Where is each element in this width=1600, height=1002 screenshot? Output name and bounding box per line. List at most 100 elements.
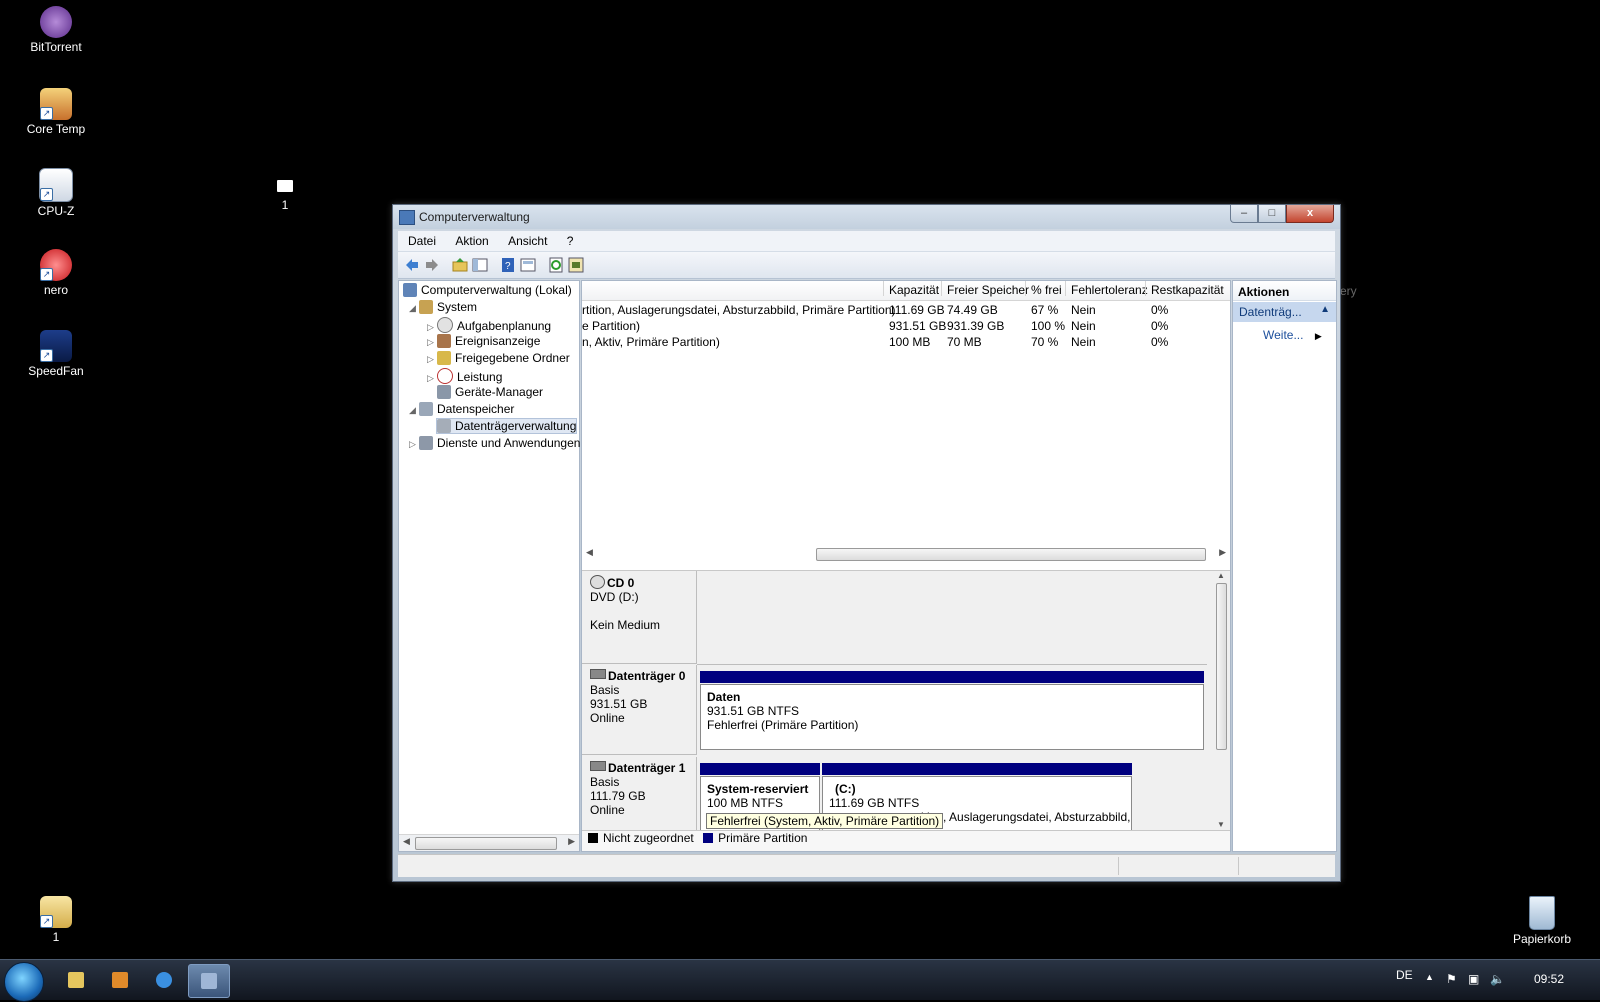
tree-item-dienste[interactable]: ▷ Dienste und Anwendungen (409, 436, 580, 450)
disk-label-cd0[interactable]: CD 0 DVD (D:) Kein Medium (582, 571, 697, 664)
disk-label-disk1[interactable]: Datenträger 1 Basis 111.79 GB Online (582, 757, 697, 831)
expand-arrow-icon[interactable]: ▷ (427, 337, 437, 348)
column-header-percent-free[interactable]: % frei (1025, 281, 1062, 297)
tree-item-datentraegerverwaltung[interactable]: Datenträgerverwaltung (436, 418, 578, 434)
folder-icon (68, 972, 84, 988)
cd0-empty-area (697, 571, 1207, 665)
desktop-icon-folder[interactable]: ↗ 1 (16, 896, 96, 944)
taskbar-media-player[interactable] (100, 964, 140, 996)
tree-item-system[interactable]: ◢ System (409, 300, 477, 314)
help-icon[interactable]: ? (500, 257, 516, 273)
column-header-capacity[interactable]: Kapazität (883, 281, 939, 297)
expand-arrow-icon[interactable]: ▷ (427, 322, 437, 333)
submenu-arrow-icon: ▶ (1314, 331, 1322, 341)
taskbar-explorer[interactable] (56, 964, 96, 996)
desktop-icon-nero[interactable]: ↗ nero (16, 249, 96, 297)
column-header-fault-tolerance[interactable]: Fehlertoleranz (1065, 281, 1148, 297)
volume-row[interactable]: rtition, Auslagerungsdatei, Absturzabbil… (582, 302, 1230, 318)
desktop-icon-text-file[interactable]: 1 (245, 180, 325, 212)
taskbar-internet-explorer[interactable] (144, 964, 184, 996)
scroll-up-icon[interactable]: ▲ (1217, 571, 1225, 580)
minimize-button[interactable]: – (1230, 205, 1258, 223)
disk-label-disk0[interactable]: Datenträger 0 Basis 931.51 GB Online (582, 665, 697, 755)
desktop-icon-bittorrent[interactable]: BitTorrent (16, 6, 96, 54)
legend-unallocated: Nicht zugeordnet (603, 831, 694, 845)
back-arrow-icon[interactable] (404, 257, 420, 273)
collapse-arrow-icon[interactable]: ◢ (409, 405, 419, 416)
collapse-arrow-icon[interactable]: ◢ (409, 303, 419, 314)
show-hidden-icons[interactable]: ▲ (1425, 972, 1434, 982)
actions-group-disk-management[interactable]: Datenträg... ▲ (1233, 302, 1336, 322)
action-center-icon[interactable]: ⚑ (1446, 972, 1457, 986)
more-actions-link[interactable]: Weite... ▶ (1263, 328, 1322, 342)
show-hide-tree-icon[interactable] (472, 257, 488, 273)
volume-list-header: Kapazität Freier Speicher % frei Fehlert… (582, 281, 1230, 301)
desktop-icon-label: 1 (52, 930, 60, 944)
cpu-z-icon: ↗ (39, 168, 73, 202)
tree-item-leistung[interactable]: ▷ Leistung (427, 368, 502, 384)
menu-ansicht[interactable]: Ansicht (498, 231, 553, 248)
expand-arrow-icon[interactable]: ▷ (427, 354, 437, 365)
column-header-free-space[interactable]: Freier Speicher (941, 281, 1029, 297)
maximize-button[interactable]: □ (1258, 205, 1286, 223)
menu-datei[interactable]: Datei (398, 231, 442, 248)
title-bar[interactable]: Computerverwaltung – □ x (393, 205, 1340, 229)
volume-icon[interactable]: 🔈 (1490, 972, 1505, 986)
desktop-icon-core-temp[interactable]: ↗ Core Temp (16, 88, 96, 136)
scroll-left-icon[interactable]: ◀ (586, 547, 593, 558)
properties-icon[interactable] (520, 257, 536, 273)
tree-item-freigegebene-ordner[interactable]: ▷ Freigegebene Ordner (427, 351, 570, 365)
menu-bar: Datei Aktion Ansicht ? (398, 231, 1335, 252)
clock[interactable]: 09:52 (1534, 972, 1564, 986)
desktop-icon-label: Papierkorb (1512, 932, 1572, 946)
tree-item-aufgabenplanung[interactable]: ▷ Aufgabenplanung (427, 317, 551, 333)
disk-management-pane: Kapazität Freier Speicher % frei Fehlert… (581, 280, 1231, 852)
scroll-left-icon[interactable]: ◀ (403, 836, 410, 847)
desktop-icon-speedfan[interactable]: ↗ SpeedFan (16, 330, 96, 378)
tree-item-geraete-manager[interactable]: Geräte-Manager (437, 385, 543, 399)
shortcut-arrow-icon: ↗ (40, 349, 53, 362)
storage-icon (419, 402, 433, 416)
tree-item-ereignisanzeige[interactable]: ▷ Ereignisanzeige (427, 334, 540, 348)
volume-row[interactable]: n, Aktiv, Primäre Partition) 100 MB 70 M… (582, 334, 1230, 350)
desktop-icon-recycle-bin[interactable]: Papierkorb (1502, 896, 1582, 946)
tree-horizontal-scrollbar[interactable]: ◀ ▶ (399, 834, 579, 851)
tree-item-datenspeicher[interactable]: ◢ Datenspeicher (409, 402, 514, 416)
hard-disk-icon (590, 669, 606, 679)
volume-list-horizontal-scrollbar[interactable]: ◀ ▶ (582, 546, 1230, 562)
taskbar-computer-management[interactable] (188, 964, 230, 998)
desktop-icon-cpu-z[interactable]: ↗ CPU-Z (16, 168, 96, 218)
column-header-overhead[interactable]: Restkapazität (1145, 281, 1224, 297)
collapse-up-icon[interactable]: ▲ (1320, 304, 1330, 315)
volume-daten[interactable]: Daten 931.51 GB NTFS Fehlerfrei (Primäre… (700, 671, 1204, 750)
expand-arrow-icon[interactable]: ▷ (409, 439, 419, 450)
disk-view-vertical-scrollbar[interactable]: ▲ ▼ (1214, 571, 1228, 831)
expand-arrow-icon[interactable]: ▷ (427, 373, 437, 384)
forward-arrow-icon[interactable] (424, 257, 440, 273)
menu-aktion[interactable]: Aktion (445, 231, 494, 248)
column-header-status[interactable] (582, 281, 883, 296)
computer-management-icon (399, 210, 415, 225)
system-tools-icon (419, 300, 433, 314)
tree-root[interactable]: Computerverwaltung (Lokal) (403, 283, 572, 297)
scrollbar-thumb[interactable] (415, 837, 557, 850)
language-indicator[interactable]: DE (1396, 968, 1413, 982)
volume-row[interactable]: e Partition) 931.51 GB 931.39 GB 100 % N… (582, 318, 1230, 334)
performance-icon (437, 368, 453, 384)
scroll-right-icon[interactable]: ▶ (568, 836, 575, 847)
up-folder-icon[interactable] (452, 257, 468, 273)
refresh-icon[interactable] (548, 257, 564, 273)
scroll-right-icon[interactable]: ▶ (1219, 547, 1226, 558)
desktop-icon-label: SpeedFan (28, 364, 84, 378)
status-divider (1238, 857, 1239, 875)
close-button[interactable]: x (1286, 205, 1334, 223)
export-list-icon[interactable] (568, 257, 584, 273)
scrollbar-thumb[interactable] (1216, 583, 1227, 750)
scrollbar-thumb[interactable] (816, 548, 1206, 561)
unallocated-swatch (588, 833, 598, 843)
scroll-down-icon[interactable]: ▼ (1217, 820, 1225, 829)
start-button[interactable] (4, 962, 44, 1002)
network-icon[interactable]: ▣ (1468, 972, 1479, 986)
menu-help[interactable]: ? (557, 231, 580, 248)
toolbar: ? (398, 252, 1335, 279)
